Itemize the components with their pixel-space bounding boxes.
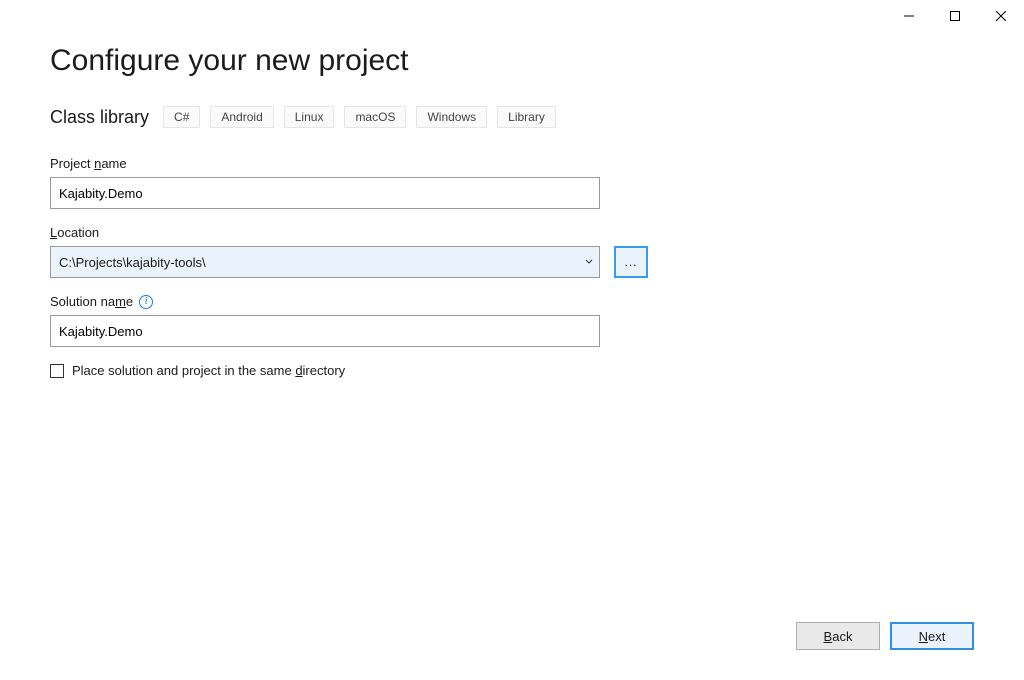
template-row: Class library C# Android Linux macOS Win… — [50, 106, 974, 128]
solution-name-label: Solution name i — [50, 294, 974, 309]
window-controls — [886, 0, 1024, 32]
close-button[interactable] — [978, 1, 1024, 31]
minimize-button[interactable] — [886, 1, 932, 31]
same-directory-checkbox[interactable] — [50, 364, 64, 378]
solution-name-field: Solution name i — [50, 294, 974, 347]
back-button[interactable]: Back — [796, 622, 880, 650]
project-name-field: Project name — [50, 156, 974, 209]
main-content: Configure your new project Class library… — [0, 0, 1024, 378]
tag-linux: Linux — [284, 106, 335, 128]
maximize-icon — [950, 11, 960, 21]
tag-csharp: C# — [163, 106, 200, 128]
location-combobox[interactable]: C:\Projects\kajabity-tools\ — [50, 246, 600, 278]
browse-button[interactable]: ... — [614, 246, 648, 278]
project-name-label: Project name — [50, 156, 974, 171]
template-tags: C# Android Linux macOS Windows Library — [163, 106, 556, 128]
maximize-button[interactable] — [932, 1, 978, 31]
info-icon[interactable]: i — [139, 295, 153, 309]
footer-buttons: Back Next — [796, 622, 974, 650]
same-directory-row: Place solution and project in the same d… — [50, 363, 974, 378]
location-field: Location C:\Projects\kajabity-tools\ ... — [50, 225, 974, 278]
page-title: Configure your new project — [50, 44, 974, 78]
minimize-icon — [904, 11, 914, 21]
template-name: Class library — [50, 107, 149, 128]
tag-android: Android — [210, 106, 273, 128]
project-name-input[interactable] — [50, 177, 600, 209]
ellipsis-icon: ... — [624, 255, 637, 269]
tag-library: Library — [497, 106, 556, 128]
solution-name-input[interactable] — [50, 315, 600, 347]
close-icon — [996, 11, 1006, 21]
chevron-down-icon — [585, 258, 593, 266]
next-button[interactable]: Next — [890, 622, 974, 650]
location-value: C:\Projects\kajabity-tools\ — [59, 255, 206, 270]
tag-macos: macOS — [344, 106, 406, 128]
same-directory-label: Place solution and project in the same d… — [72, 363, 345, 378]
location-label: Location — [50, 225, 974, 240]
tag-windows: Windows — [416, 106, 487, 128]
